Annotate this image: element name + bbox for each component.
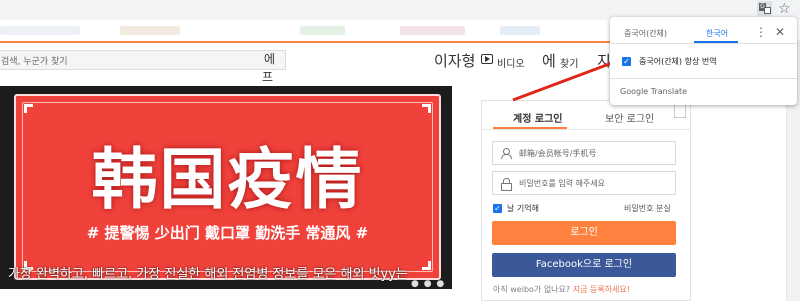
- close-icon[interactable]: ✕: [775, 25, 785, 39]
- always-translate-label: 중국어(간체) 항상 번역: [639, 57, 717, 66]
- screen: G ☆ 검색, 누군가 찾기 에 프 이자형 비디오 에 찾기 지 韩国疫情 #…: [0, 0, 800, 301]
- always-translate-checkbox[interactable]: ✓: [622, 57, 631, 66]
- popup-divider-2: [610, 78, 797, 79]
- translate-popup: 중국어(간체) 한국어 ⋮ ✕ ✓ 중국어(간체) 항상 번역 Google T…: [610, 17, 797, 105]
- source-language-tab[interactable]: 중국어(간체): [624, 28, 667, 39]
- google-translate-brand: Google Translate: [620, 87, 688, 96]
- target-language-tab[interactable]: 한국어: [706, 28, 728, 39]
- popup-divider: [610, 43, 797, 44]
- more-options-icon[interactable]: ⋮: [755, 25, 767, 39]
